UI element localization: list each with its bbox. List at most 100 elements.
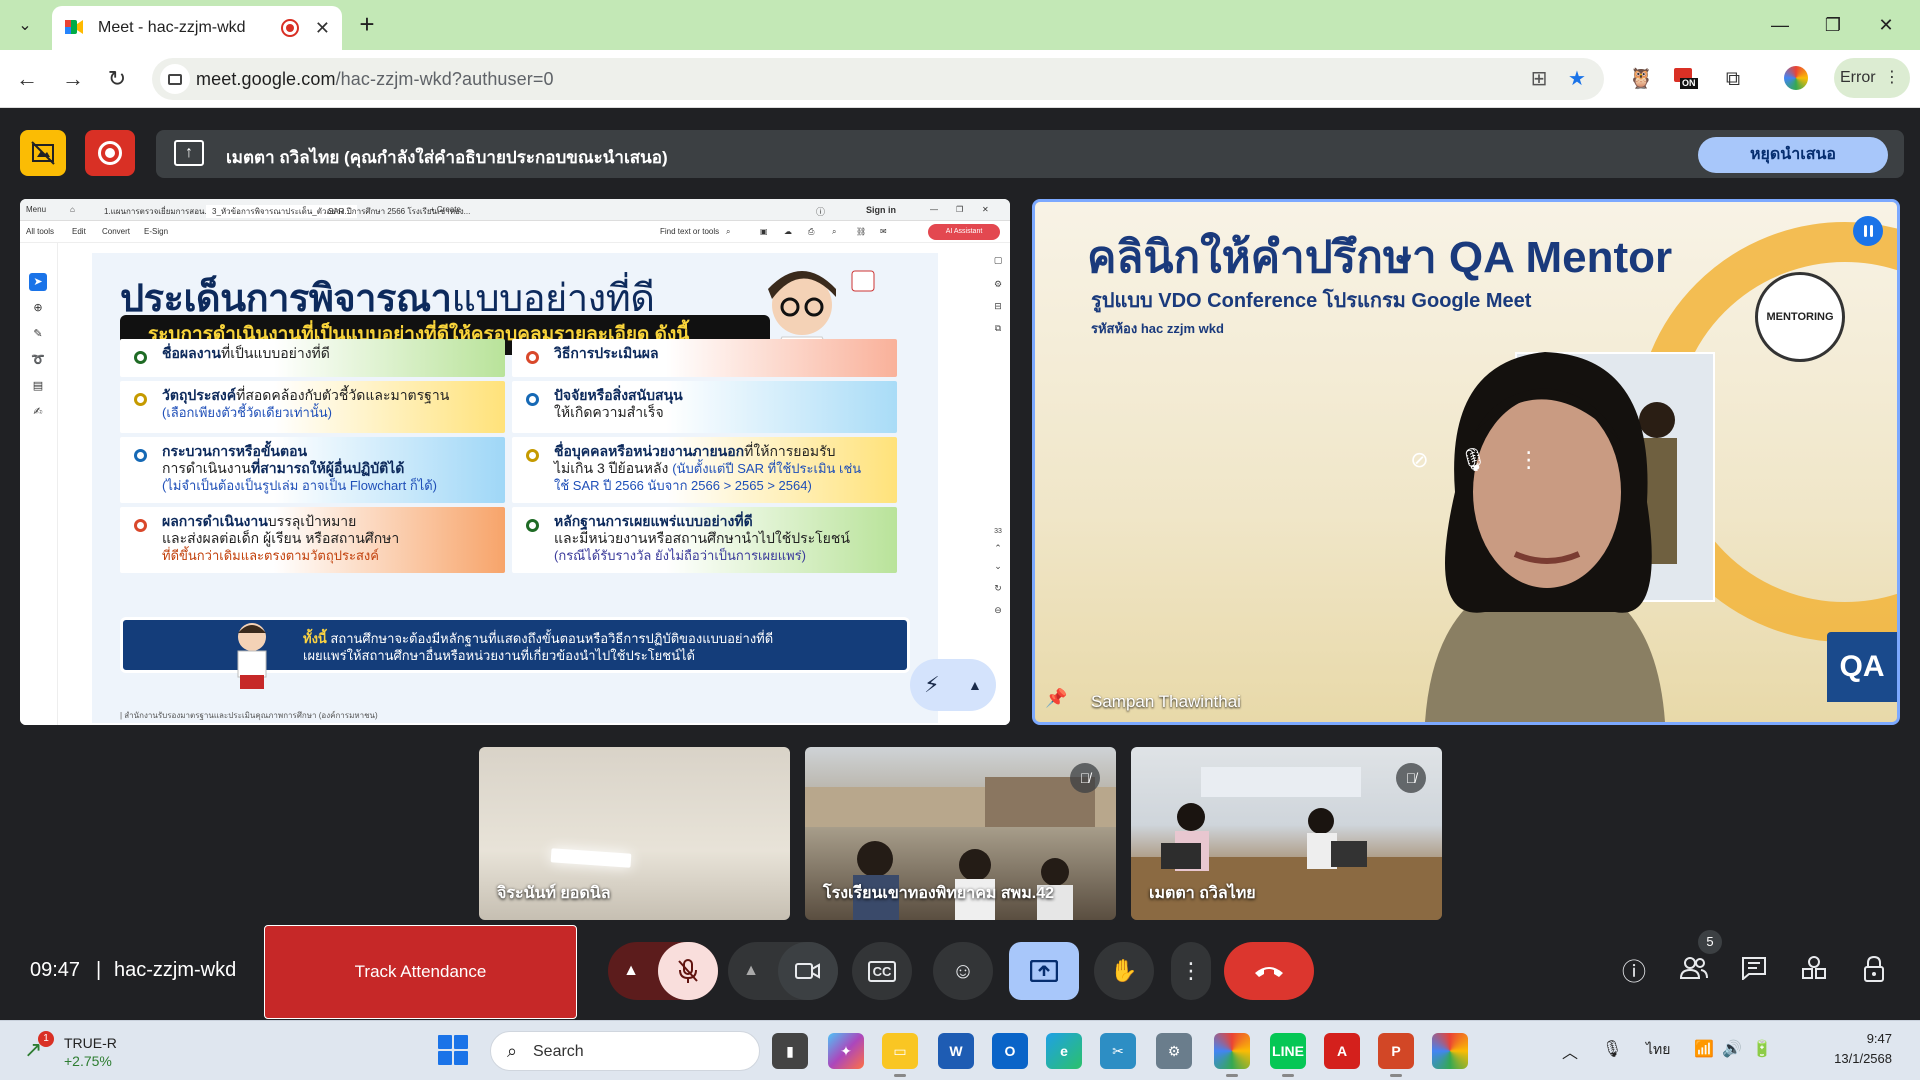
captions-button[interactable]: CC — [852, 942, 912, 1000]
present-now-button[interactable] — [1009, 942, 1079, 1000]
reload-icon[interactable]: ↻ — [102, 64, 132, 94]
mail-icon[interactable]: ✉ — [880, 227, 887, 236]
microphone-off-button[interactable] — [658, 942, 718, 1000]
comment-icon[interactable]: ▢ — [991, 255, 1005, 269]
copilot-icon[interactable]: ✦ — [828, 1033, 864, 1069]
page-down-icon[interactable]: ⌄ — [991, 561, 1005, 575]
sign-in-link[interactable]: Sign in — [866, 205, 896, 215]
ai-assistant-button[interactable]: AI Assistant — [928, 224, 1000, 240]
audio-settings-chevron-icon[interactable]: ▲ — [608, 942, 654, 1000]
pen-icon[interactable]: ✎ — [29, 325, 47, 343]
save-icon[interactable]: ▣ — [760, 227, 768, 236]
text-box-icon[interactable]: ▤ — [29, 377, 47, 395]
restore-icon[interactable]: ❐ — [1813, 10, 1853, 40]
acrobat-icon[interactable]: A — [1324, 1033, 1360, 1069]
leave-call-button[interactable] — [1224, 942, 1314, 1000]
tab-close-icon[interactable]: ✕ — [315, 18, 330, 39]
forward-icon[interactable]: → — [58, 64, 88, 94]
extensions-puzzle-icon[interactable]: ⧉ — [1720, 66, 1746, 92]
participant-tile[interactable]: 🎙̸ เมตตา ถวิลไทย — [1131, 747, 1442, 920]
pdf-restore-icon[interactable]: ❐ — [956, 205, 963, 214]
annotation-tools-button[interactable]: ⚡ ▲ — [910, 659, 996, 711]
taskbar-search-box[interactable]: ⌕ Search — [490, 1031, 760, 1071]
meeting-details-icon[interactable]: ⓘ — [1616, 955, 1652, 991]
taskbar-date[interactable]: 13/1/2568 — [1806, 1051, 1892, 1066]
find-tools-input[interactable]: Find text or tools — [660, 227, 719, 236]
outlook-icon[interactable]: O — [992, 1033, 1028, 1069]
app-settings-icon[interactable]: ⚙ — [1156, 1033, 1192, 1069]
battery-icon[interactable]: 🔋 — [1752, 1039, 1772, 1059]
pdf-close-icon[interactable]: ✕ — [982, 205, 989, 214]
recording-icon[interactable] — [85, 130, 135, 176]
word-icon[interactable]: W — [938, 1033, 974, 1069]
print-icon[interactable]: ⎙ — [808, 227, 814, 237]
profile-avatar-icon[interactable] — [1784, 66, 1810, 92]
task-view-icon[interactable]: ▮ — [772, 1033, 808, 1069]
address-bar[interactable]: meet.google.com/hac-zzjm-wkd?authuser=0 … — [152, 58, 1604, 100]
input-language[interactable]: ไทย — [1646, 1039, 1670, 1061]
chrome-menu-icon[interactable]: ⋮ — [1884, 58, 1900, 98]
file-explorer-icon[interactable]: ▭ — [882, 1033, 918, 1077]
pdf-tab-create[interactable]: + Create — [430, 205, 461, 214]
pin-icon[interactable]: 📌 — [1045, 688, 1067, 709]
rotate-icon[interactable]: ↻ — [991, 583, 1005, 597]
active-speaker-tile[interactable]: คลินิกให้คำปรึกษา QA Mentor รูปแบบ VDO C… — [1032, 199, 1900, 725]
windows-start-icon[interactable] — [438, 1035, 470, 1067]
zoom-out-icon[interactable]: ⊖ — [991, 605, 1005, 619]
close-window-icon[interactable]: ✕ — [1866, 10, 1906, 40]
taskbar-time[interactable]: 9:47 — [1820, 1031, 1892, 1046]
find-search-icon[interactable]: ⌕ — [726, 227, 730, 237]
stock-widget[interactable]: ↗ 1 TRUE-R +2.75% — [24, 1031, 154, 1073]
pin-off-icon[interactable]: ⊘ — [1410, 447, 1428, 473]
reactions-button[interactable]: ☺ — [933, 942, 993, 1000]
lasso-icon[interactable]: ➰ — [29, 351, 47, 369]
more-options-button[interactable]: ⋮ — [1171, 942, 1211, 1000]
cloud-icon[interactable]: ☁ — [784, 227, 792, 236]
chrome-profile-icon[interactable] — [1432, 1033, 1468, 1069]
site-info-icon[interactable] — [160, 64, 190, 94]
home-icon[interactable]: ⌂ — [70, 205, 75, 214]
translate-icon[interactable]: ⊞ — [1528, 68, 1550, 90]
powerpoint-icon[interactable]: P — [1378, 1033, 1414, 1077]
stop-presenting-button[interactable]: หยุดนำเสนอ — [1698, 137, 1888, 173]
page-up-icon[interactable]: ⌃ — [991, 543, 1005, 557]
bookmark-star-icon[interactable]: ★ — [1566, 68, 1588, 90]
pages-icon[interactable]: ⧉ — [991, 323, 1005, 337]
zoom-icon[interactable]: ⊕ — [29, 299, 47, 317]
menu-all-tools[interactable]: All tools — [26, 227, 54, 236]
settings-icon[interactable]: ⚙ — [991, 279, 1005, 293]
volume-icon[interactable]: 🔊 — [1722, 1039, 1742, 1059]
help-icon[interactable]: ⓘ — [816, 205, 825, 218]
tray-microphone-icon[interactable]: 🎙 — [1602, 1039, 1622, 1059]
menu-esign[interactable]: E-Sign — [144, 227, 168, 236]
menu-edit[interactable]: Edit — [72, 227, 86, 236]
recorder-extension-icon[interactable]: ON — [1674, 66, 1704, 92]
back-icon[interactable]: ← — [12, 64, 42, 94]
pdf-minimize-icon[interactable]: — — [930, 205, 938, 214]
participant-tile[interactable]: จิระนันท์ ยอดนิล — [479, 747, 790, 920]
camera-button[interactable] — [778, 942, 838, 1000]
more-options-icon[interactable]: ⋮ — [1518, 447, 1540, 473]
find-icon[interactable]: ⌕ — [832, 227, 836, 237]
video-settings-chevron-icon[interactable]: ▲ — [728, 942, 774, 1000]
tray-overflow-chevron-icon[interactable]: ︿ — [1562, 1039, 1578, 1063]
profile-error-button[interactable]: Error ⋮ — [1834, 58, 1910, 98]
link-icon[interactable]: ⛓ — [856, 227, 866, 236]
owl-extension-icon[interactable]: 🦉 — [1628, 66, 1654, 92]
shared-screen-tile[interactable]: Menu ⌂ 1.แผนการตรวจเยี่ยมการสอน.pdf 3_หั… — [20, 199, 1010, 725]
people-icon[interactable] — [1676, 955, 1712, 991]
bookmark-icon[interactable]: ⊟ — [991, 301, 1005, 315]
chat-icon[interactable] — [1736, 955, 1772, 991]
browser-tab-meet[interactable]: Meet - hac-zzjm-wkd ✕ — [52, 6, 342, 50]
tab-search-chevron-icon[interactable]: ⌄ — [10, 10, 40, 40]
host-controls-icon[interactable] — [1856, 955, 1892, 991]
raise-hand-button[interactable]: ✋ — [1094, 942, 1154, 1000]
menu-convert[interactable]: Convert — [102, 227, 130, 236]
annotation-toggle-icon[interactable] — [20, 130, 66, 176]
pdf-menu-label[interactable]: Menu — [26, 205, 46, 214]
pdf-tab-1[interactable]: 1.แผนการตรวจเยี่ยมการสอน.pdf — [104, 205, 218, 218]
minimize-icon[interactable]: — — [1760, 10, 1800, 40]
select-cursor-icon[interactable]: ➤ — [29, 273, 47, 291]
edge-icon[interactable]: e — [1046, 1033, 1082, 1069]
wifi-icon[interactable]: 📶 — [1694, 1039, 1714, 1059]
